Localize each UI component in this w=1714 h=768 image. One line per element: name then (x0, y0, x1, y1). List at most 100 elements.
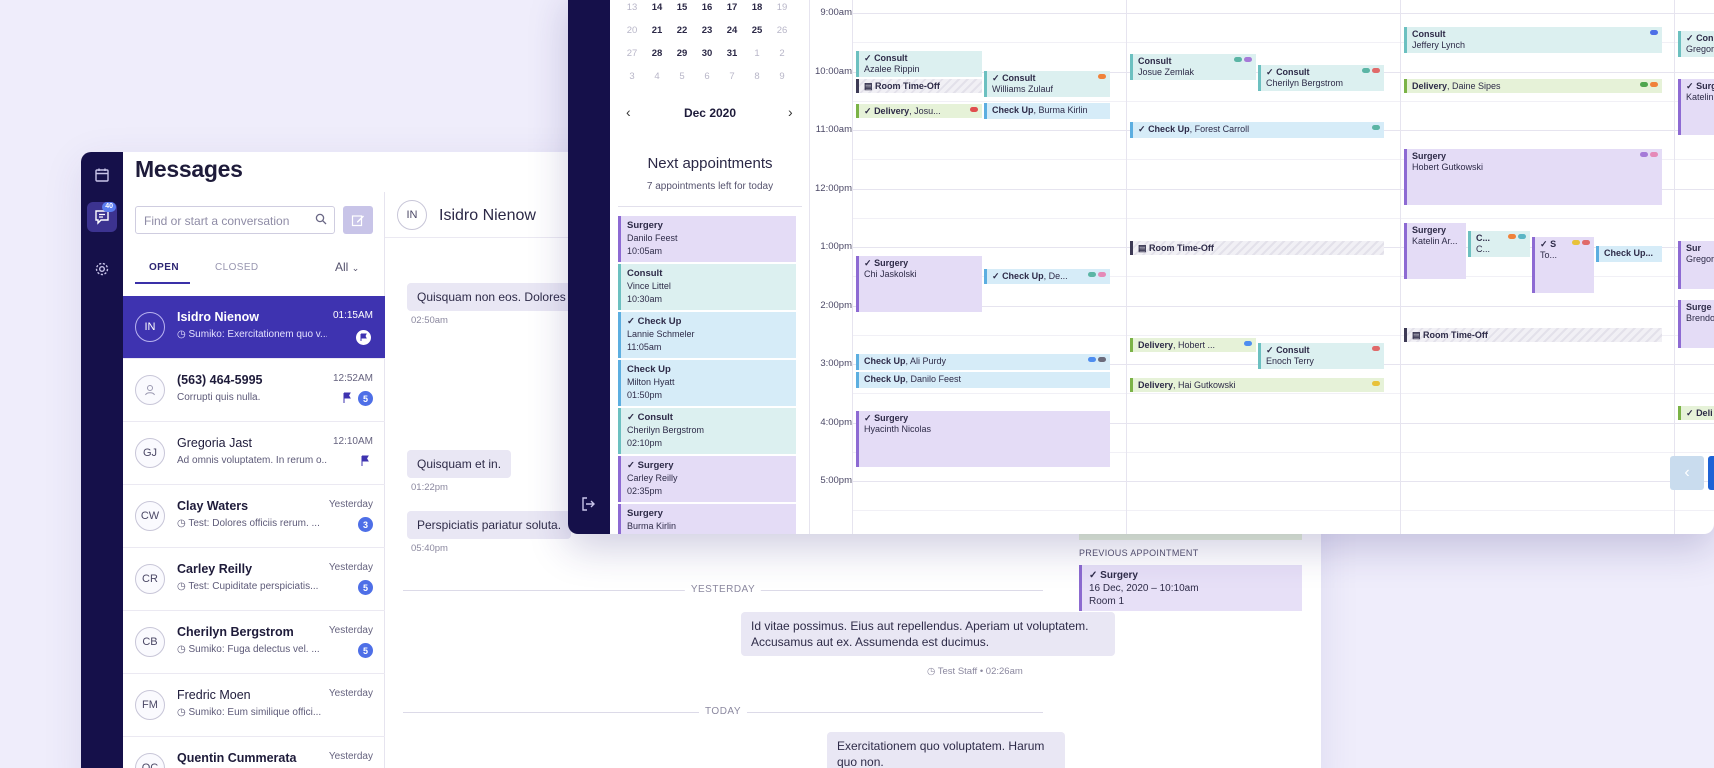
conversation-item[interactable]: CW Clay Waters ◷ Test: Dolores officiis … (123, 485, 385, 548)
event-type: Consult (1002, 73, 1036, 83)
mini-calendar-day[interactable]: 6 (695, 71, 719, 82)
mini-calendar-day[interactable]: 27 (620, 48, 644, 59)
mini-calendar-day[interactable]: 19 (770, 2, 794, 13)
calendar-event[interactable]: ✓ Check Up, De... (984, 269, 1110, 284)
mini-calendar-day[interactable]: 4 (645, 71, 669, 82)
appointment-time: 02:10pm (627, 438, 663, 448)
next-appointment-card[interactable]: ✓ Check Up Lannie Schmeler 11:05am (618, 312, 796, 358)
next-appointment-card[interactable]: Consult Vince Littel 10:30am (618, 264, 796, 310)
mini-calendar-day[interactable]: 24 (720, 25, 744, 36)
mini-calendar-day[interactable]: 1 (745, 48, 769, 59)
conversation-item[interactable]: (563) 464-5995 Corrupti quis nulla. 12:5… (123, 359, 385, 422)
calendar-event[interactable]: Surgery Katelin Ar... (1404, 223, 1466, 279)
mini-calendar-day[interactable]: 14 (645, 2, 669, 13)
appointment-patient: Vince Littel (627, 281, 671, 291)
calendar-event[interactable]: ▤ Room Time-Off (856, 79, 982, 93)
calendar-event[interactable]: ✓ Consult Azalee Rippin (856, 51, 982, 77)
flag-icon (361, 455, 369, 466)
mini-calendar-day[interactable]: 20 (620, 25, 644, 36)
conversation-item[interactable]: FM Fredric Moen ◷ Sumiko: Eum similique … (123, 674, 385, 737)
calendar-event[interactable]: ▤ Room Time-Off (1130, 241, 1384, 255)
calendar-event[interactable]: ✓ S To... (1532, 237, 1594, 293)
calendar-event[interactable]: Sur Gregor (1678, 241, 1714, 289)
mini-calendar-day[interactable]: 28 (645, 48, 669, 59)
next-page-button[interactable]: › (1708, 456, 1714, 490)
prev-page-button[interactable]: ‹ (1670, 456, 1704, 490)
calendar-event[interactable]: ✓ Consult Cherilyn Bergstrom (1258, 65, 1384, 91)
mini-calendar-day[interactable]: 29 (670, 48, 694, 59)
settings-gear-icon[interactable] (87, 254, 117, 284)
mini-calendar-day[interactable]: 23 (695, 25, 719, 36)
mini-calendar-day[interactable]: 7 (720, 71, 744, 82)
calendar-event[interactable]: ✓ Surgery Hyacinth Nicolas (856, 411, 1110, 467)
incoming-message: Quisquam et in. (407, 450, 512, 478)
tab-closed[interactable]: CLOSED (215, 262, 259, 273)
conversation-item[interactable]: IN Isidro Nienow ◷ Sumiko: Exercitatione… (123, 296, 385, 359)
mini-calendar-day[interactable]: 9 (770, 71, 794, 82)
calendar-event[interactable]: ▤ Room Time-Off (1404, 328, 1662, 342)
next-appointment-card[interactable]: ✓ Consult Cherilyn Bergstrom 02:10pm (618, 408, 796, 454)
mini-calendar-day[interactable]: 3 (620, 71, 644, 82)
mini-calendar-day[interactable]: 18 (745, 2, 769, 13)
messages-nav-icon[interactable]: 40 (87, 202, 117, 232)
logout-icon[interactable] (580, 496, 596, 517)
conversation-item[interactable]: CB Cherilyn Bergstrom ◷ Sumiko: Fuga del… (123, 611, 385, 674)
calendar-event[interactable]: Delivery, Hai Gutkowski (1130, 378, 1384, 392)
calendar-nav-icon[interactable] (87, 160, 117, 190)
calendar-event[interactable]: ✓ Delivery, Josu... (856, 104, 982, 118)
next-appointment-card[interactable]: Check Up Milton Hyatt 01:50pm (618, 360, 796, 406)
mini-calendar-day[interactable]: 16 (695, 2, 719, 13)
calendar-event[interactable]: ✓ Surgery Chi Jaskolski (856, 256, 982, 312)
conversation-item[interactable]: GJ Gregoria Jast Ad omnis voluptatem. In… (123, 422, 385, 485)
calendar-event[interactable]: C... C... (1468, 231, 1530, 257)
mini-calendar-day[interactable]: 15 (670, 2, 694, 13)
mini-calendar-day[interactable]: 8 (745, 71, 769, 82)
compose-button[interactable] (343, 206, 373, 234)
next-month-chevron-icon[interactable]: › (788, 104, 793, 120)
conversation-search-input[interactable]: Find or start a conversation (135, 206, 335, 234)
calendar-event[interactable]: Consult Josue Zemlak (1130, 54, 1256, 80)
conversation-item[interactable]: QC Quentin Cummerata Yesterday (123, 737, 385, 768)
mini-calendar-day[interactable]: 25 (745, 25, 769, 36)
appointment-time: 10:05am (627, 246, 663, 256)
event-patient: Cherilyn Bergstrom (1266, 78, 1344, 88)
mini-calendar-day[interactable]: 26 (770, 25, 794, 36)
event-type: Deli (1696, 408, 1713, 418)
filter-dropdown[interactable]: All ⌄ (335, 260, 359, 274)
appointment-time: 10:30am (627, 294, 663, 304)
calendar-event[interactable]: Check Up, Burma Kirlin (984, 103, 1110, 119)
calendar-event[interactable]: Surge Brendo (1678, 300, 1714, 348)
calendar-event[interactable]: Consult Jeffery Lynch (1404, 27, 1662, 53)
appointment-type-label: Consult (637, 412, 673, 423)
mini-calendar-day[interactable]: 17 (720, 2, 744, 13)
mini-calendar-day[interactable]: 21 (645, 25, 669, 36)
calendar-event[interactable]: ✓ Con Gregor (1678, 31, 1714, 57)
mini-calendar-day[interactable]: 22 (670, 25, 694, 36)
previous-appointment-card[interactable]: ✓ Surgery 16 Dec, 2020 – 10:10am Room 1 (1079, 565, 1302, 611)
tag-dot (1640, 152, 1648, 157)
mini-calendar-day[interactable]: 13 (620, 2, 644, 13)
calendar-event[interactable]: Check Up... (1596, 246, 1662, 262)
calendar-event[interactable]: Check Up, Ali Purdy (856, 354, 1110, 370)
calendar-event[interactable]: ✓ Consult Enoch Terry (1258, 343, 1384, 369)
calendar-event[interactable]: ✓ SurgKatelin (1678, 79, 1714, 135)
mini-calendar-day[interactable]: 2 (770, 48, 794, 59)
calendar-event[interactable]: Surgery Hobert Gutkowski (1404, 149, 1662, 205)
next-appointment-card[interactable]: Surgery Burma Kirlin (618, 504, 796, 534)
mini-calendar-day[interactable]: 30 (695, 48, 719, 59)
mini-calendar-day[interactable]: 5 (670, 71, 694, 82)
tab-open[interactable]: OPEN (149, 262, 179, 273)
calendar-event[interactable]: ✓ Check Up, Forest Carroll (1130, 122, 1384, 138)
next-appointment-card[interactable]: Surgery Danilo Feest 10:05am (618, 216, 796, 262)
conversation-item[interactable]: CR Carley Reilly ◷ Test: Cupiditate pers… (123, 548, 385, 611)
calendar-event[interactable]: Check Up, Danilo Feest (856, 372, 1110, 388)
calendar-event[interactable]: Delivery, Hobert ... (1130, 338, 1256, 352)
calendar-event[interactable]: ✓ Consult Williams Zulauf (984, 71, 1110, 97)
previous-appointment-room: Room 1 (1089, 596, 1125, 607)
mini-calendar-day[interactable]: 31 (720, 48, 744, 59)
next-appointment-card[interactable]: ✓ Surgery Carley Reilly 02:35pm (618, 456, 796, 502)
clock-icon: ◷ (177, 518, 186, 529)
avatar-placeholder-icon (135, 375, 165, 405)
calendar-event[interactable]: Delivery, Daine Sipes (1404, 79, 1662, 93)
calendar-event[interactable]: ✓ Deli (1678, 406, 1714, 420)
